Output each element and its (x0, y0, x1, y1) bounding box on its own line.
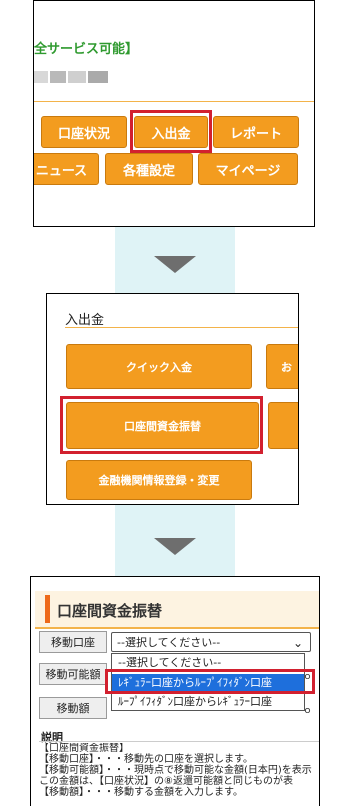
move-account-label: 移動口座 (39, 631, 107, 653)
deposit-withdraw-panel: 入出金 クイック入金 お 口座間資金振替 金融機関情報登録・変更 (46, 293, 299, 505)
description-text: 【口座間資金振替】 【移動口座】・・・移動先の口座を選択します。 【移動可能額】… (39, 743, 319, 806)
title-divider (65, 327, 298, 328)
down-arrow-icon (154, 538, 196, 555)
menu-settings-button[interactable]: 各種設定 (105, 153, 193, 185)
quick-deposit-button[interactable]: クイック入金 (66, 344, 252, 389)
dropdown-option[interactable]: ﾙｰﾌﾟｲﾌｨﾀﾞﾝ口座からﾚｷﾞｭﾗｰ口座 (112, 694, 304, 710)
panel-title: 入出金 (65, 313, 105, 328)
header-accent-bar (45, 595, 50, 623)
partial-button[interactable]: お (266, 344, 298, 389)
global-menu-panel: 全サービス可能】 口座状況 入出金 レポート ニュース 各種設定 マイページ (33, 0, 315, 227)
menu-news-button[interactable]: ニュース (34, 153, 99, 185)
description-divider (39, 741, 319, 742)
description-line: 【移動口座】・・・移動先の口座を選択します。 (39, 754, 253, 765)
header-underline (35, 627, 319, 629)
move-amount-label: 移動額 (39, 697, 107, 719)
form-header: 口座間資金振替 (35, 591, 319, 627)
menu-report-button[interactable]: レポート (213, 116, 299, 148)
chevron-down-icon: ⌄ (292, 636, 303, 650)
description-line: 【口座間資金振替】 (39, 743, 129, 754)
move-account-select-value: --選択してください-- (117, 636, 221, 649)
highlight-deposit-withdraw (130, 110, 212, 153)
movable-amount-label: 移動可能額 (39, 663, 107, 685)
partial-button[interactable] (268, 402, 298, 449)
blurred-account-info (50, 71, 66, 83)
description-line: 【移動可能額】・・・現時点で移動可能な金額(日本円)を表示 (39, 765, 312, 776)
blurred-account-info (68, 71, 86, 83)
transfer-form-panel: 口座間資金振替 移動口座 --選択してください-- ⌄ 移動可能額 ｏ 移動額 … (30, 576, 320, 806)
blurred-account-info (34, 71, 48, 83)
menu-mypage-button[interactable]: マイページ (198, 153, 298, 185)
description-line: 【移動額】・・・移動する金額を入力します。 (39, 787, 243, 798)
highlight-selected-option (105, 669, 315, 694)
bank-info-registration-button[interactable]: 金融機関情報登録・変更 (66, 460, 252, 500)
form-title: 口座間資金振替 (57, 602, 163, 620)
move-account-select[interactable]: --選択してください-- ⌄ (111, 632, 311, 652)
down-arrow-icon (154, 256, 196, 273)
description-line: この金額は、【口座状況】の⑧返還可能額と同じものが表 (39, 776, 293, 787)
menu-account-status-button[interactable]: 口座状況 (41, 116, 127, 148)
service-status-text: 全サービス可能】 (34, 42, 139, 57)
highlight-inter-account-transfer (60, 396, 263, 454)
header-divider (34, 101, 314, 102)
blurred-account-info (88, 71, 108, 83)
